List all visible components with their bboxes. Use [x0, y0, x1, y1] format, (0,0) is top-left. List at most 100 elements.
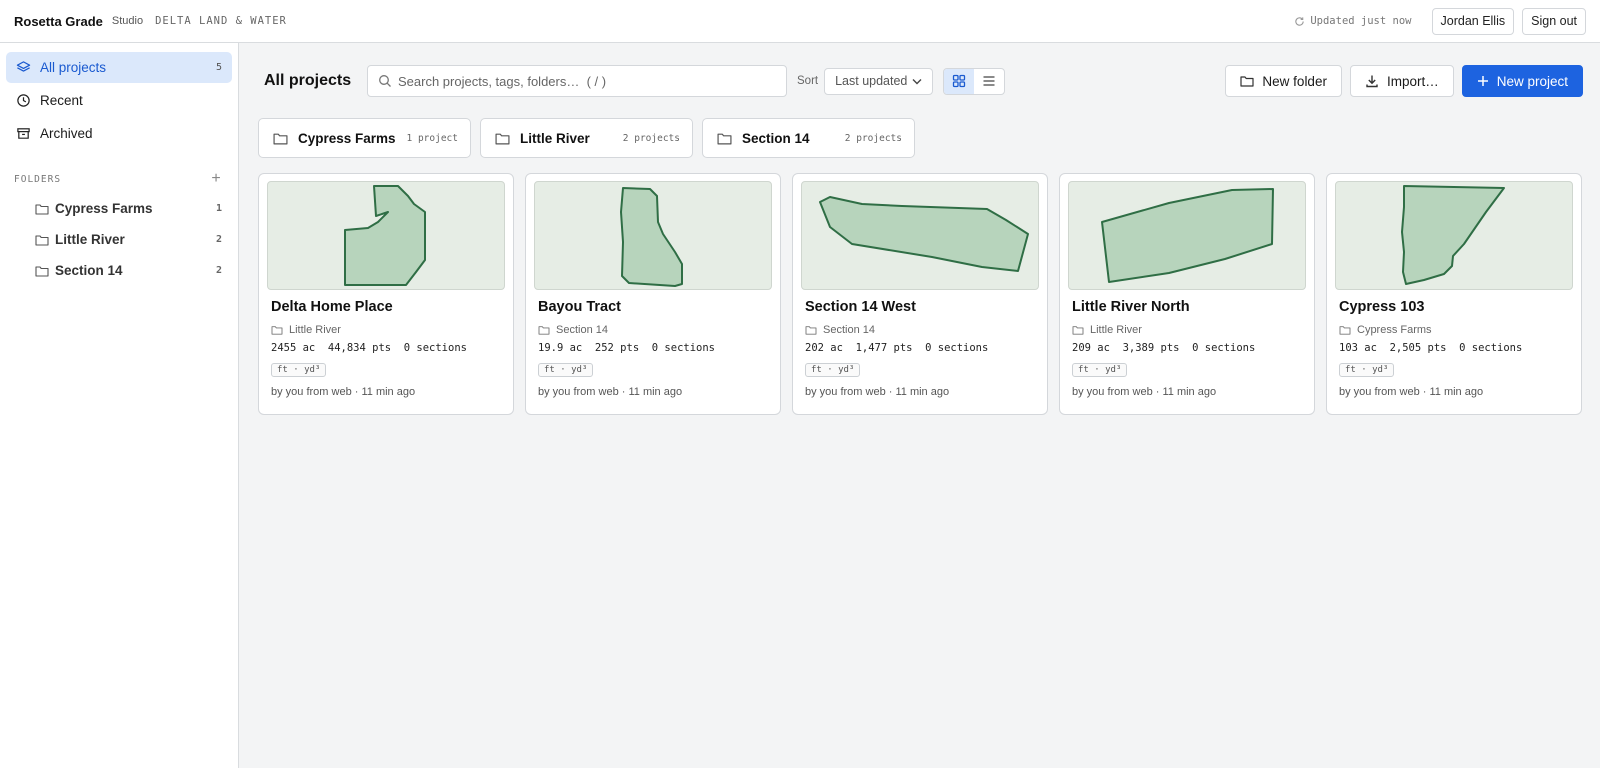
folder-icon [1240, 76, 1255, 87]
folders-header: FOLDERS + [6, 171, 232, 187]
project-boundary-thumbnail [267, 181, 505, 290]
project-folder: Section 14 [534, 324, 772, 336]
project-grid: Delta Home Place Little River 2455 ac 44… [258, 173, 1582, 415]
project-meta: by you from web · 11 min ago [1072, 386, 1217, 398]
folder-card-little-river[interactable]: Little River 2 projects [480, 118, 693, 158]
units-badge: ft · yd³ [1339, 363, 1395, 377]
folder-card-name: Section 14 [742, 130, 810, 146]
folder-count: 1 [215, 203, 222, 214]
sidebar-item-label: Recent [40, 93, 83, 108]
units-badge: ft · yd³ [271, 363, 327, 377]
grid-icon [952, 74, 966, 88]
main-content: All projects Sort Last updated New folde… [240, 43, 1600, 768]
folder-card-count: 2 projects [844, 132, 902, 144]
project-card-bayou-tract[interactable]: Bayou Tract Section 14 19.9 ac 252 pts 0… [525, 173, 781, 415]
folder-icon [35, 203, 49, 215]
sort-value: Last updated [835, 74, 908, 88]
folder-card-count: 1 project [406, 132, 458, 144]
search-box[interactable] [367, 65, 787, 97]
sort-select[interactable]: Last updated [824, 67, 934, 95]
refresh-icon [1295, 16, 1305, 26]
folder-icon [271, 326, 283, 335]
field-boundary-shape [1401, 185, 1505, 285]
chevron-down-icon [912, 78, 922, 84]
units-badge: ft · yd³ [1072, 363, 1128, 377]
list-view-button[interactable] [974, 69, 1004, 94]
new-folder-label: New folder [1262, 73, 1327, 89]
project-card-cypress-103[interactable]: Cypress 103 Cypress Farms 103 ac 2,505 p… [1326, 173, 1582, 415]
clock-icon [17, 94, 30, 107]
user-menu-button[interactable]: Jordan Ellis [1431, 7, 1515, 35]
project-boundary-thumbnail [1068, 181, 1306, 290]
project-folder-label: Section 14 [823, 324, 875, 336]
project-card-little-river-north[interactable]: Little River North Little River 209 ac 3… [1059, 173, 1315, 415]
sign-out-button[interactable]: Sign out [1522, 7, 1586, 35]
sidebar-item-label: Archived [40, 126, 93, 141]
sync-status: Updated just now [1294, 15, 1412, 27]
brand-subtitle: Studio [111, 15, 144, 27]
folder-card-cypress-farms[interactable]: Cypress Farms 1 project [258, 118, 471, 158]
project-folder: Cypress Farms [1335, 324, 1573, 336]
org-name: DELTA LAND & WATER [155, 15, 287, 27]
folder-card-name: Cypress Farms [298, 130, 396, 146]
sidebar-folder-cypress-farms[interactable]: Cypress Farms 1 [6, 193, 232, 224]
folder-label: Little River [55, 232, 125, 247]
import-button[interactable]: Import… [1349, 65, 1454, 97]
project-meta: by you from web · 11 min ago [271, 386, 416, 398]
folder-icon [35, 265, 49, 277]
project-name: Section 14 West [805, 299, 916, 315]
field-boundary-shape [344, 185, 426, 286]
brand-name[interactable]: Rosetta Grade [14, 14, 103, 29]
project-folder-label: Cypress Farms [1357, 324, 1432, 336]
folder-cards: Cypress Farms 1 project Little River 2 p… [258, 118, 915, 158]
new-project-button[interactable]: New project [1461, 65, 1583, 97]
project-stats: 103 ac 2,505 pts 0 sections [1339, 342, 1523, 354]
project-folder: Little River [1068, 324, 1306, 336]
project-boundary-thumbnail [534, 181, 772, 290]
sidebar-item-count: 5 [215, 62, 222, 73]
sync-status-text: Updated just now [1310, 15, 1412, 27]
folder-icon [1339, 326, 1351, 335]
units-badge: ft · yd³ [805, 363, 861, 377]
top-bar: Rosetta Grade Studio DELTA LAND & WATER … [0, 0, 1600, 43]
folder-card-name: Little River [520, 130, 590, 146]
project-folder-label: Little River [289, 324, 341, 336]
project-folder-label: Little River [1090, 324, 1142, 336]
import-label: Import… [1386, 73, 1439, 89]
layers-icon [16, 61, 31, 72]
toolbar: All projects Sort Last updated New folde… [240, 65, 1600, 97]
folder-label: Cypress Farms [55, 201, 153, 216]
project-name: Little River North [1072, 299, 1190, 315]
search-input[interactable] [398, 73, 776, 89]
project-card-delta-home-place[interactable]: Delta Home Place Little River 2455 ac 44… [258, 173, 514, 415]
archive-icon [17, 128, 30, 139]
new-folder-button[interactable]: New folder [1225, 65, 1342, 97]
project-stats: 2455 ac 44,834 pts 0 sections [271, 342, 467, 354]
sidebar-folder-little-river[interactable]: Little River 2 [6, 224, 232, 255]
project-stats: 209 ac 3,389 pts 0 sections [1072, 342, 1256, 354]
folder-icon [717, 133, 732, 144]
project-card-section-14-west[interactable]: Section 14 West Section 14 202 ac 1,477 … [792, 173, 1048, 415]
project-boundary-thumbnail [1335, 181, 1573, 290]
folder-label: Section 14 [55, 263, 123, 278]
sidebar-folder-section-14[interactable]: Section 14 2 [6, 255, 232, 286]
add-folder-icon[interactable]: + [208, 171, 224, 187]
project-stats: 19.9 ac 252 pts 0 sections [538, 342, 716, 354]
search-icon [379, 75, 391, 87]
project-name: Bayou Tract [538, 299, 621, 315]
sidebar-item-all-projects[interactable]: All projects 5 [6, 52, 232, 83]
sidebar-item-recent[interactable]: Recent [6, 85, 232, 116]
toolbar-actions: New folder Import… New project [1225, 65, 1583, 97]
grid-view-button[interactable] [944, 68, 975, 94]
folders-title: FOLDERS [14, 173, 62, 185]
view-toggle [943, 67, 1006, 95]
folder-card-section-14[interactable]: Section 14 2 projects [702, 118, 915, 158]
project-folder: Section 14 [801, 324, 1039, 336]
sidebar-item-archived[interactable]: Archived [6, 118, 232, 149]
folder-icon [35, 234, 49, 246]
folder-icon [805, 326, 817, 335]
top-right-group: Updated just now Jordan Ellis Sign out [1294, 7, 1586, 35]
sidebar: All projects 5 Recent Archived FOLDERS +… [0, 43, 239, 768]
project-name: Delta Home Place [271, 299, 393, 315]
project-meta: by you from web · 11 min ago [538, 386, 683, 398]
